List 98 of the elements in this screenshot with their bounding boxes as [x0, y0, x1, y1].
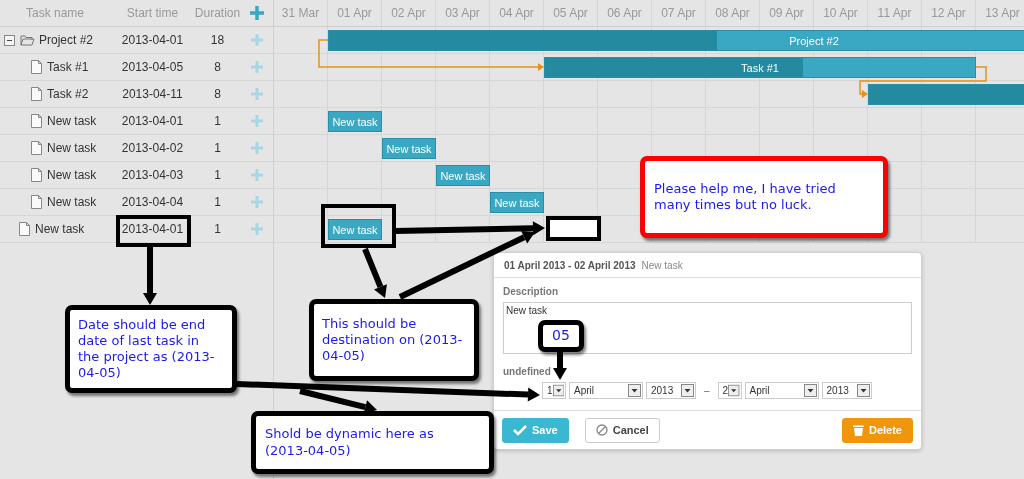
file-icon: [31, 60, 42, 74]
date-label: 07 Apr: [661, 6, 696, 20]
column-header: Task name: [26, 6, 84, 20]
file-icon: [31, 168, 42, 182]
range-separator: –: [704, 385, 710, 396]
file-icon: [31, 195, 42, 209]
task-bar[interactable]: New task: [382, 138, 436, 159]
task-bar[interactable]: New task: [436, 165, 490, 186]
date-label: 08 Apr: [715, 6, 750, 20]
duration: 8: [214, 87, 221, 101]
target-box: [546, 216, 601, 241]
column-header: Duration: [194, 6, 241, 20]
date-label: 01 Apr: [337, 6, 372, 20]
task-name: Task #1: [47, 60, 89, 74]
date-select[interactable]: April: [744, 382, 819, 399]
file-icon: [19, 222, 30, 236]
add-icon[interactable]: [250, 115, 263, 127]
add-icon[interactable]: [250, 223, 263, 235]
date-select[interactable]: 2013: [821, 382, 872, 399]
date-select[interactable]: 2013: [646, 382, 696, 399]
add-icon[interactable]: [249, 6, 264, 20]
annotation-arrow: [143, 246, 157, 305]
start-date: 2013-04-01: [121, 222, 184, 236]
add-icon[interactable]: [250, 142, 263, 154]
task-bar[interactable]: New task: [490, 192, 544, 213]
task-name: New task: [47, 168, 97, 182]
dialog-dates: 01 April 2013 - 02 April 2013: [504, 259, 636, 271]
start-date: 2013-04-03: [121, 168, 184, 182]
section-label: undefined: [503, 366, 552, 377]
check-icon: [513, 424, 527, 436]
collapse-toggle[interactable]: [4, 34, 15, 46]
annotation-arrow: [362, 247, 387, 298]
dialog-title: New task: [641, 259, 683, 271]
task-name: Project #2: [39, 33, 94, 47]
column-header: Start time: [126, 6, 179, 20]
duration: 1: [214, 195, 221, 209]
date-label: 12 Apr: [931, 6, 966, 20]
task-name: New task: [47, 195, 97, 209]
add-icon[interactable]: [250, 34, 263, 46]
dropdown-icon: [728, 384, 740, 397]
start-date: 2013-04-01: [121, 114, 184, 128]
cancel-button[interactable]: Cancel: [584, 417, 660, 443]
add-icon[interactable]: [250, 169, 263, 181]
start-date: 2013-04-01: [121, 33, 184, 47]
date-label: 06 Apr: [607, 6, 642, 20]
start-date: 2013-04-05: [121, 60, 184, 74]
duration: 1: [214, 222, 221, 236]
start-date: 2013-04-04: [121, 195, 184, 209]
duration: 18: [210, 33, 225, 47]
alert-callout: Please help me, I have tried many times but no luck.: [640, 156, 888, 238]
note-callout: Shold be dynamic here as (2013-04-05): [251, 411, 494, 474]
note-callout: This should be destination on (2013-04-05): [309, 299, 479, 381]
task-bar[interactable]: New task: [328, 111, 382, 132]
add-icon[interactable]: [250, 88, 263, 100]
dropdown-icon: [803, 384, 817, 397]
date-label: 11 Apr: [877, 6, 912, 20]
save-button[interactable]: Save: [502, 417, 569, 443]
delete-button[interactable]: Delete: [841, 417, 913, 443]
date-label: 13 Apr: [985, 6, 1020, 20]
date-select[interactable]: April: [569, 382, 643, 399]
task-name: Task #2: [47, 87, 89, 101]
task-bar[interactable]: Project #2: [328, 30, 1024, 51]
start-date: 2013-04-02: [121, 141, 184, 155]
task-bar[interactable]: New task: [328, 219, 382, 240]
cancel-icon: [595, 424, 608, 436]
duration: 1: [214, 114, 221, 128]
trash-icon: [852, 424, 864, 436]
date-label: 09 Apr: [769, 6, 804, 20]
add-icon[interactable]: [250, 61, 263, 73]
note-callout: 05: [538, 320, 584, 352]
duration: 8: [214, 60, 221, 74]
file-icon: [31, 87, 42, 101]
dropdown-icon: [681, 384, 694, 397]
add-icon[interactable]: [250, 196, 263, 208]
note-callout: Date should be end date of last task in the project as (2013-04-05): [65, 305, 237, 393]
dropdown-icon: [628, 384, 641, 397]
folder-icon: [20, 34, 35, 46]
date-select[interactable]: 2: [717, 382, 742, 399]
file-icon: [31, 114, 42, 128]
task-name: New task: [47, 141, 97, 155]
task-bar[interactable]: Task #1: [544, 57, 976, 78]
date-label: 04 Apr: [499, 6, 534, 20]
date-label: 10 Apr: [823, 6, 858, 20]
date-label: 31 Mar: [281, 6, 320, 20]
date-label: 05 Apr: [553, 6, 588, 20]
duration: 1: [214, 141, 221, 155]
date-label: 03 Apr: [445, 6, 480, 20]
start-date: 2013-04-11: [122, 87, 183, 101]
task-name: New task: [47, 114, 97, 128]
dropdown-icon: [856, 384, 870, 397]
annotation-arrow: [553, 352, 567, 380]
date-select[interactable]: 1: [542, 382, 566, 399]
date-label: 02 Apr: [391, 6, 426, 20]
section-label: Description: [503, 286, 559, 297]
task-name: New task: [35, 222, 85, 236]
duration: 1: [214, 168, 221, 182]
file-icon: [31, 141, 42, 155]
dropdown-icon: [552, 384, 564, 397]
